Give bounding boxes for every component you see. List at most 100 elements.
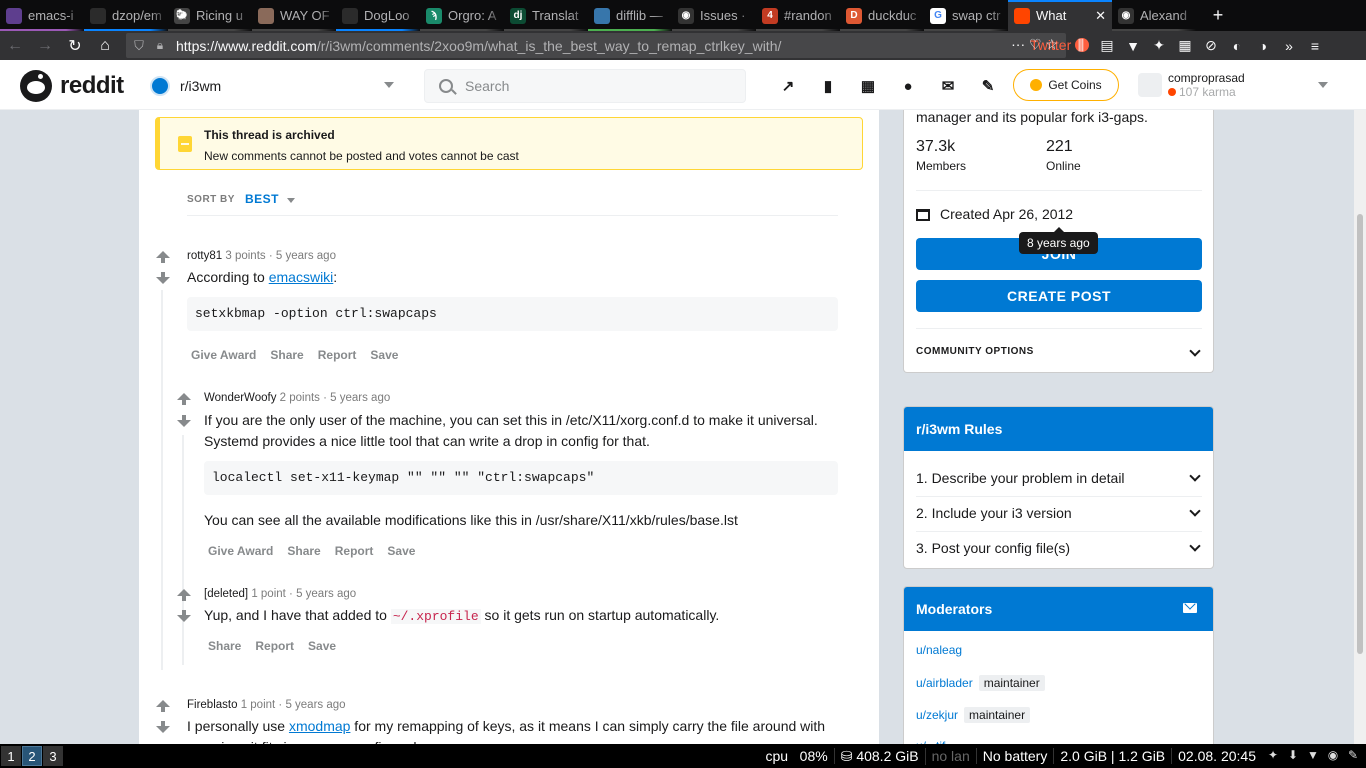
rpan-icon[interactable]: ▦ bbox=[848, 73, 888, 99]
tray-icon[interactable]: ⬇ bbox=[1286, 748, 1300, 762]
reload-button[interactable]: ↻ bbox=[60, 31, 90, 60]
thread-line[interactable] bbox=[182, 435, 184, 665]
rule-item[interactable]: 3. Post your config file(s) bbox=[916, 540, 1070, 556]
reddit-logo[interactable]: reddit bbox=[20, 70, 124, 102]
thread-line[interactable] bbox=[161, 290, 163, 670]
downvote-icon[interactable] bbox=[177, 415, 191, 427]
moderator-item[interactable]: u/airblader maintainer bbox=[916, 675, 1045, 691]
toolbar-icon[interactable]: ◑ bbox=[1250, 38, 1276, 54]
browser-tab[interactable]: WAY OF bbox=[252, 0, 336, 31]
message-mods-icon[interactable] bbox=[1183, 603, 1197, 613]
browser-tab[interactable]: What ✕ bbox=[1008, 0, 1112, 31]
toolbar-icon[interactable]: ≡ bbox=[1302, 38, 1328, 54]
browser-tab[interactable]: Gswap ctr bbox=[924, 0, 1008, 31]
comment-link[interactable]: xmodmap bbox=[289, 718, 350, 734]
browser-tab[interactable]: ◉ Alexand bbox=[1112, 0, 1196, 31]
tray-icon[interactable]: ◉ bbox=[1326, 748, 1340, 762]
workspace-button[interactable]: 1 bbox=[1, 746, 21, 766]
chevron-down-icon[interactable] bbox=[1189, 540, 1201, 552]
moderator-item[interactable]: u/naleag bbox=[916, 643, 962, 657]
home-button[interactable]: ⌂ bbox=[90, 31, 120, 60]
moderator-name[interactable]: u/naleag bbox=[916, 643, 962, 657]
toolbar-icon[interactable]: » bbox=[1276, 38, 1302, 54]
lock-icon[interactable]: 🔒︎ bbox=[152, 38, 168, 53]
sort-control[interactable]: SORT BY BEST bbox=[187, 192, 295, 206]
workspace-button[interactable]: 2 bbox=[22, 746, 42, 766]
save-button[interactable]: Save bbox=[370, 348, 398, 362]
share-button[interactable]: Share bbox=[208, 639, 241, 653]
upvote-icon[interactable] bbox=[156, 251, 170, 263]
comment-author[interactable]: rotty81 bbox=[187, 250, 222, 262]
browser-tab[interactable]: dj Translat bbox=[504, 0, 588, 31]
page-scrollbar[interactable] bbox=[1354, 110, 1366, 744]
moderator-name[interactable]: u/airblader bbox=[916, 676, 973, 690]
close-tab-icon[interactable]: ✕ bbox=[1095, 8, 1106, 24]
toolbar-icon[interactable]: ▦ bbox=[1172, 37, 1198, 54]
rule-item[interactable]: 1. Describe your problem in detail bbox=[916, 470, 1125, 486]
chevron-down-icon[interactable] bbox=[1189, 345, 1201, 357]
create-post-button[interactable]: CREATE POST bbox=[916, 280, 1202, 312]
comment-author[interactable]: [deleted] bbox=[204, 588, 248, 600]
report-button[interactable]: Report bbox=[335, 544, 374, 558]
comment-author[interactable]: WonderWoofy bbox=[204, 392, 276, 404]
browser-tab[interactable]: DogLoo bbox=[336, 0, 420, 31]
browser-tab[interactable]: 🐑 Ricing u bbox=[168, 0, 252, 31]
chevron-down-icon[interactable] bbox=[1189, 505, 1201, 517]
url-text[interactable]: https://www.reddit.com/r/i3wm/comments/2… bbox=[176, 38, 781, 54]
save-button[interactable]: Save bbox=[308, 639, 336, 653]
moderator-item[interactable]: u/zekjur maintainer bbox=[916, 707, 1031, 723]
downvote-icon[interactable] bbox=[177, 610, 191, 622]
comment-link[interactable]: emacswiki bbox=[269, 269, 334, 285]
upvote-icon[interactable] bbox=[177, 393, 191, 405]
toolbar-icon[interactable]: ✦ bbox=[1146, 37, 1172, 54]
toolbar-icon[interactable]: ▼ bbox=[1120, 38, 1146, 54]
sort-value[interactable]: BEST bbox=[245, 192, 279, 206]
browser-tab[interactable]: dzop/em bbox=[84, 0, 168, 31]
tray-icon[interactable]: ▼ bbox=[1306, 748, 1320, 762]
community-options[interactable]: COMMUNITY OPTIONS bbox=[916, 346, 1034, 357]
toolbar-icon[interactable]: ◐ bbox=[1224, 38, 1250, 54]
toolbar-icon[interactable]: ⊘ bbox=[1198, 37, 1224, 54]
report-button[interactable]: Report bbox=[255, 639, 294, 653]
new-tab-button[interactable]: + bbox=[1204, 0, 1232, 31]
rule-item[interactable]: 2. Include your i3 version bbox=[916, 505, 1072, 521]
create-post-icon[interactable]: ✎ bbox=[968, 73, 1008, 99]
comment-author[interactable]: Fireblasto bbox=[187, 699, 238, 711]
forward-button[interactable]: → bbox=[30, 31, 60, 60]
mail-icon[interactable]: ✉ bbox=[928, 73, 968, 99]
search-input[interactable] bbox=[465, 78, 725, 94]
trending-icon[interactable]: ↗ bbox=[768, 73, 808, 99]
moderator-name[interactable]: u/zekjur bbox=[916, 708, 958, 722]
stats-icon[interactable]: ▮ bbox=[808, 73, 848, 99]
upvote-icon[interactable] bbox=[156, 700, 170, 712]
get-coins-button[interactable]: Get Coins bbox=[1013, 69, 1119, 101]
toolbar-icon[interactable]: ⫼ bbox=[1068, 37, 1094, 54]
tray-icon[interactable]: ✦ bbox=[1266, 748, 1280, 762]
tracking-shield-icon[interactable]: ⛉ bbox=[126, 38, 152, 54]
browser-tab[interactable]: ϡ Orgro: A bbox=[420, 0, 504, 31]
save-button[interactable]: Save bbox=[387, 544, 415, 558]
share-button[interactable]: Share bbox=[287, 544, 320, 558]
browser-tab[interactable]: 4 #randon bbox=[756, 0, 840, 31]
workspace-button[interactable]: 3 bbox=[43, 746, 63, 766]
page-actions[interactable]: ··· ♡ ☆ bbox=[1011, 36, 1058, 53]
share-button[interactable]: Share bbox=[270, 348, 303, 362]
chevron-down-icon[interactable] bbox=[1189, 470, 1201, 482]
give-award-button[interactable]: Give Award bbox=[191, 348, 256, 362]
chat-icon[interactable]: ● bbox=[888, 73, 928, 99]
give-award-button[interactable]: Give Award bbox=[208, 544, 273, 558]
browser-tab[interactable]: emacs-i bbox=[0, 0, 84, 31]
back-button[interactable]: ← bbox=[0, 31, 30, 60]
downvote-icon[interactable] bbox=[156, 272, 170, 284]
subreddit-selector[interactable]: r/i3wm bbox=[146, 69, 400, 103]
browser-tab[interactable]: Dduckduc bbox=[840, 0, 924, 31]
downvote-icon[interactable] bbox=[156, 721, 170, 733]
user-menu[interactable]: comproprasad 107 karma bbox=[1134, 68, 1340, 102]
tray-icon[interactable]: ✎ bbox=[1346, 748, 1360, 762]
report-button[interactable]: Report bbox=[318, 348, 357, 362]
browser-tab[interactable]: ◉ Issues · bbox=[672, 0, 756, 31]
scrollbar-thumb[interactable] bbox=[1357, 214, 1363, 654]
url-bar[interactable]: ⛉ 🔒︎ https://www.reddit.com/r/i3wm/comme… bbox=[126, 33, 1090, 58]
toolbar-icon[interactable]: ▤ bbox=[1094, 37, 1120, 54]
search-box[interactable] bbox=[424, 69, 746, 103]
